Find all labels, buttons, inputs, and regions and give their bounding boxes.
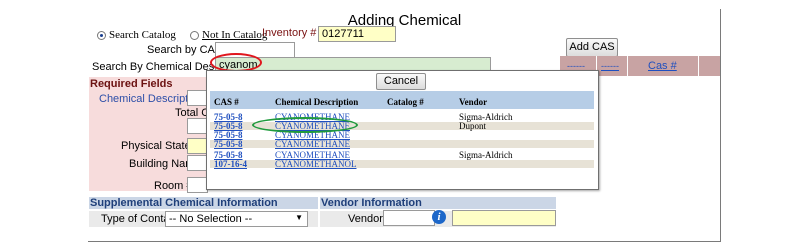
result-cas[interactable]: 107-16-4 — [214, 160, 247, 169]
results-header-description: Chemical Description — [275, 97, 359, 107]
physical-state-label: Physical State — [121, 140, 191, 152]
container-type-select[interactable]: -- No Selection -- ▼ — [165, 211, 308, 227]
search-catalog-label: Search Catalog — [109, 29, 176, 41]
result-cas[interactable]: 75-05-8 — [214, 140, 243, 149]
vendor-label: Vendor — [348, 213, 383, 225]
vendor-header: Vendor Information — [321, 197, 422, 209]
room-input[interactable] — [187, 177, 208, 193]
column-divider — [698, 56, 699, 76]
page-title: Adding Chemical — [347, 12, 462, 29]
green-highlight-oval — [252, 117, 358, 133]
result-row[interactable]: 75-05-8 CYANOMETHANE — [210, 140, 594, 149]
vendor-input[interactable] — [383, 210, 435, 226]
result-row[interactable]: 75-05-8 CYANOMETHANE Sigma-Aldrich — [210, 150, 594, 160]
building-name-input[interactable] — [187, 155, 208, 171]
cas-table-col3[interactable]: Cas # — [648, 60, 677, 72]
result-cas[interactable]: 75-05-8 — [214, 151, 243, 160]
result-description[interactable]: CYANOMETHANOL — [275, 160, 357, 169]
physical-state-input[interactable] — [187, 138, 208, 154]
supplemental-header: Supplemental Chemical Information — [90, 197, 278, 209]
result-vendor: Sigma-Aldrich — [459, 150, 513, 160]
add-cas-button[interactable]: Add CAS # — [566, 38, 618, 70]
result-row[interactable]: 107-16-4 CYANOMETHANOL — [210, 160, 594, 169]
result-description[interactable]: CYANOMETHANE — [275, 140, 350, 149]
inventory-label: Inventory # — [262, 27, 317, 39]
info-icon[interactable]: i — [432, 210, 446, 224]
container-type-value: -- No Selection -- — [169, 213, 253, 225]
chemical-description-input[interactable] — [187, 90, 208, 106]
result-description[interactable]: CYANOMETHANE — [275, 151, 350, 160]
cas-table-col2[interactable]: ------ — [601, 61, 619, 71]
result-cas[interactable]: 75-05-8 — [214, 131, 243, 140]
result-cas[interactable]: 75-05-8 — [214, 122, 243, 131]
dropdown-arrow-icon: ▼ — [295, 213, 303, 222]
cancel-button[interactable]: Cancel — [376, 73, 426, 90]
required-fields-header: Required Fields — [90, 78, 173, 90]
result-row[interactable]: 75-05-8 CYANOMETHANE — [210, 131, 594, 140]
results-header-vendor: Vendor — [459, 97, 488, 107]
not-in-catalog-label[interactable]: Not In Catalog — [202, 29, 267, 41]
not-in-catalog-radio[interactable] — [190, 31, 199, 40]
column-divider — [627, 56, 628, 76]
result-vendor: Dupont — [459, 121, 486, 131]
inventory-input[interactable] — [318, 26, 396, 42]
vendor-detail-input[interactable] — [452, 210, 556, 226]
result-cas[interactable]: 75-05-8 — [214, 113, 243, 122]
results-header-catalog: Catalog # — [387, 97, 424, 107]
result-vendor: Sigma-Aldrich — [459, 112, 513, 122]
total-container-input[interactable] — [187, 118, 208, 134]
search-catalog-radio[interactable] — [97, 31, 106, 40]
results-header-cas: CAS # — [214, 97, 239, 107]
